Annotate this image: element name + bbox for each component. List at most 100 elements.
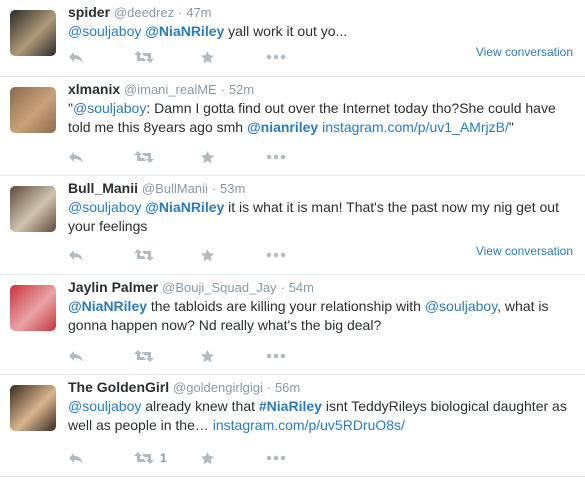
separator: · xyxy=(177,5,183,20)
avatar[interactable] xyxy=(10,10,56,56)
tweet-actions xyxy=(68,48,332,66)
avatar[interactable] xyxy=(10,87,56,133)
tweet-header: xlmanix @imani_realME · 52m xyxy=(68,81,254,97)
reply-icon xyxy=(68,50,84,64)
author-fullname[interactable]: Bull_Manii xyxy=(68,180,138,196)
tweet[interactable]: The GoldenGirl @goldengirlgigi · 56m @sou… xyxy=(0,375,585,477)
view-conversation-link[interactable]: View conversation xyxy=(476,45,573,59)
mention-link[interactable]: @NiaNRiley xyxy=(145,23,224,39)
text-fragment: already knew that xyxy=(141,398,259,414)
separator: · xyxy=(220,82,225,97)
reply-icon xyxy=(68,150,84,164)
star-icon xyxy=(200,451,215,466)
url-link[interactable]: instagram.com/p/uv1_AMrjzB/ xyxy=(322,119,509,135)
separator: · xyxy=(280,280,285,295)
mention-link[interactable]: @souljaboy xyxy=(68,398,141,414)
author-username[interactable]: @deedrez xyxy=(114,5,174,20)
more-button[interactable] xyxy=(266,252,332,258)
mention-link[interactable]: @souljaboy xyxy=(425,298,497,314)
favorite-button[interactable] xyxy=(200,349,266,364)
url-link[interactable]: instagram.com/p/uv5RDruO8s/ xyxy=(213,417,405,433)
more-icon xyxy=(266,353,286,359)
author-username[interactable]: @goldengirlgigi xyxy=(173,380,263,395)
star-icon xyxy=(200,349,215,364)
retweet-icon xyxy=(134,349,154,363)
tweet-timestamp[interactable]: 52m xyxy=(229,82,254,97)
tweet-header: spider @deedrez · 47m xyxy=(68,4,212,20)
view-conversation-link[interactable]: View conversation xyxy=(476,244,573,258)
tweet-timeline: spider @deedrez · 47m @souljaboy @NiaNRil… xyxy=(0,0,585,485)
reply-button[interactable] xyxy=(68,248,134,262)
tweet-text: @souljaboy already knew that #NiaRiley i… xyxy=(68,397,578,435)
retweet-button[interactable] xyxy=(134,349,200,363)
author-fullname[interactable]: xlmanix xyxy=(68,81,120,97)
tweet-text: @NiaNRiley the tabloids are killing your… xyxy=(68,297,578,335)
favorite-button[interactable] xyxy=(200,248,266,263)
author-fullname[interactable]: The GoldenGirl xyxy=(68,379,169,395)
separator: · xyxy=(211,181,217,196)
more-button[interactable] xyxy=(266,54,332,60)
more-button[interactable] xyxy=(266,154,332,160)
favorite-button[interactable] xyxy=(200,451,266,466)
mention-link[interactable]: @souljaboy xyxy=(68,199,141,215)
avatar-image xyxy=(10,10,56,56)
retweet-button[interactable] xyxy=(134,248,200,262)
text-fragment: the tabloids are killing your relationsh… xyxy=(147,298,425,314)
retweet-button[interactable]: 1 xyxy=(134,451,200,465)
tweet-timestamp[interactable]: 47m xyxy=(186,5,211,20)
tweet-timestamp[interactable]: 54m xyxy=(289,280,314,295)
reply-icon xyxy=(68,349,84,363)
more-icon xyxy=(266,455,286,461)
author-username[interactable]: @Bouji_Squad_Jay xyxy=(162,280,276,295)
tweet[interactable]: Jaylin Palmer @Bouji_Squad_Jay · 54m @Nia… xyxy=(0,275,585,375)
retweet-icon xyxy=(134,150,154,164)
retweet-count: 1 xyxy=(160,451,167,465)
more-icon xyxy=(266,252,286,258)
tweet-actions xyxy=(68,347,332,365)
author-fullname[interactable]: spider xyxy=(68,4,110,20)
star-icon xyxy=(200,150,215,165)
tweet[interactable]: xlmanix @imani_realME · 52m "@souljaboy: … xyxy=(0,77,585,176)
favorite-button[interactable] xyxy=(200,50,266,65)
more-button[interactable] xyxy=(266,353,332,359)
mention-link[interactable]: @nianriley xyxy=(247,119,318,135)
tweet-actions xyxy=(68,148,332,166)
reply-icon xyxy=(68,248,84,262)
avatar[interactable] xyxy=(10,285,56,331)
avatar-image xyxy=(10,186,56,232)
favorite-button[interactable] xyxy=(200,150,266,165)
reply-button[interactable] xyxy=(68,50,134,64)
tweet-text: "@souljaboy: Damn I gotta find out over … xyxy=(68,99,578,137)
mention-link[interactable]: @NiaNRiley xyxy=(68,298,147,314)
reply-button[interactable] xyxy=(68,451,134,465)
avatar[interactable] xyxy=(10,385,56,431)
tweet-text: @souljaboy @NiaNRiley yall work it out y… xyxy=(68,22,578,41)
more-icon xyxy=(266,54,286,60)
hashtag-link[interactable]: #NiaRiley xyxy=(259,398,322,414)
author-username[interactable]: @imani_realME xyxy=(124,82,217,97)
mention-link[interactable]: @souljaboy xyxy=(73,100,146,116)
text-fragment: yall work it out yo... xyxy=(224,23,348,39)
tweet-header: Bull_Manii @BullManii · 53m xyxy=(68,180,245,196)
avatar-image xyxy=(10,87,56,133)
author-username[interactable]: @BullManii xyxy=(142,181,208,196)
retweet-icon xyxy=(134,451,154,465)
avatar[interactable] xyxy=(10,186,56,232)
tweet-text: @souljaboy @NiaNRiley it is what it is m… xyxy=(68,198,578,236)
separator: · xyxy=(266,380,272,395)
mention-link[interactable]: @souljaboy xyxy=(68,23,141,39)
tweet[interactable]: Bull_Manii @BullManii · 53m @souljaboy @N… xyxy=(0,176,585,275)
tweet-timestamp[interactable]: 56m xyxy=(275,380,300,395)
tweet-header: Jaylin Palmer @Bouji_Squad_Jay · 54m xyxy=(68,279,314,295)
reply-button[interactable] xyxy=(68,150,134,164)
mention-link[interactable]: @NiaNRiley xyxy=(145,199,224,215)
tweet[interactable]: spider @deedrez · 47m @souljaboy @NiaNRil… xyxy=(0,0,585,77)
avatar-image xyxy=(10,285,56,331)
tweet-timestamp[interactable]: 53m xyxy=(220,181,245,196)
retweet-button[interactable] xyxy=(134,50,200,64)
more-button[interactable] xyxy=(266,455,332,461)
reply-button[interactable] xyxy=(68,349,134,363)
avatar-image xyxy=(10,385,56,431)
retweet-button[interactable] xyxy=(134,150,200,164)
author-fullname[interactable]: Jaylin Palmer xyxy=(68,279,158,295)
